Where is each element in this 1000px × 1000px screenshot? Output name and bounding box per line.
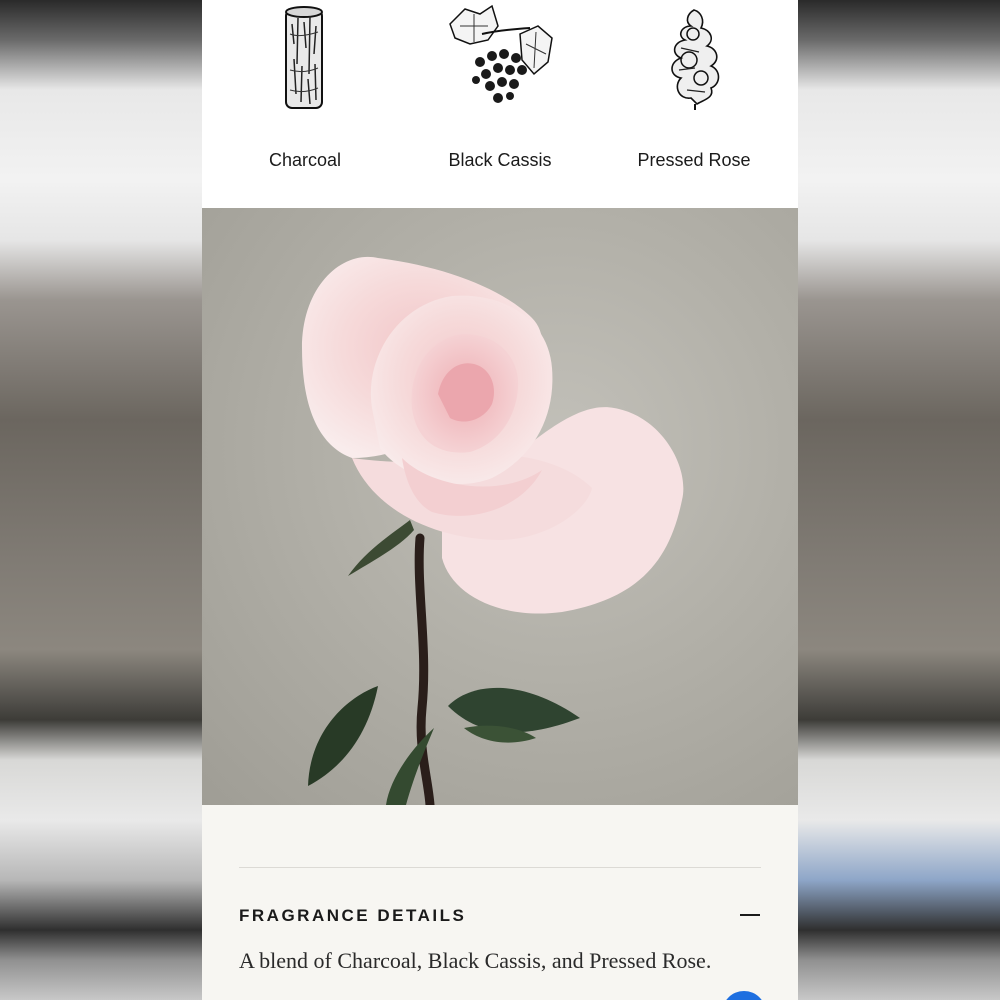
note-black-cassis: Black Cassis [405,0,595,208]
blurred-background-right [798,0,1000,1000]
fragrance-notes-row: Charcoal Black Cassis Pressed Rose [202,0,798,208]
note-charcoal: Charcoal [210,0,400,208]
fragrance-details-section: FRAGRANCE DETAILS A blend of Charcoal, B… [202,805,798,1000]
collapse-button[interactable] [738,905,762,925]
black-cassis-berries-icon [449,4,553,103]
charcoal-stick-icon [285,6,323,109]
fragrance-details-heading[interactable]: FRAGRANCE DETAILS [239,906,466,926]
pressed-rose-icon [671,9,720,110]
fragrance-description: A blend of Charcoal, Black Cassis, and P… [239,948,712,973]
minus-icon [740,914,760,916]
chat-button[interactable] [722,991,766,1000]
note-label: Pressed Rose [637,150,751,170]
note-label: Charcoal [268,150,342,170]
section-divider [239,867,761,868]
note-pressed-rose: Pressed Rose [599,0,789,208]
rose-hero-image [202,208,798,810]
product-page: Charcoal Black Cassis Pressed Rose FRAGR… [202,0,798,1000]
note-label: Black Cassis [448,150,552,170]
pink-rose-photo [302,256,684,810]
